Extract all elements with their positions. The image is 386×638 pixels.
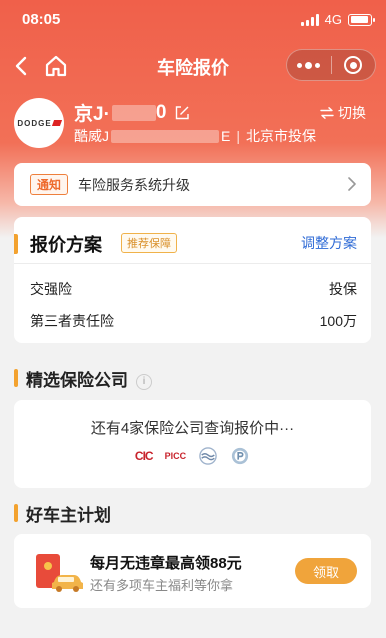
separator: | — [236, 128, 240, 144]
network-type: 4G — [324, 12, 342, 27]
accent-bar — [14, 234, 18, 254]
notice-text: 车险服务系统升级 — [78, 176, 191, 193]
plan-row: 交强险 投保 — [30, 279, 357, 299]
license-plate: 京J· 0 — [74, 99, 190, 126]
car-model-mask — [111, 129, 219, 143]
divider — [14, 263, 371, 264]
plate-prefix: 京J· — [74, 104, 110, 125]
chevron-right-icon — [348, 177, 356, 191]
info-icon[interactable]: i — [136, 373, 152, 390]
owner-plan-title: 好车主计划 — [26, 506, 111, 525]
query-status-text: 还有4家保险公司查询报价中··· — [90, 420, 295, 437]
coverage-value: 100万 — [319, 313, 357, 329]
battery-icon — [348, 13, 375, 26]
adjust-plan-link[interactable]: 调整方案 — [301, 233, 357, 253]
car-model-prefix: 酷威J — [74, 128, 109, 144]
plan-header: 报价方案 推荐保障 调整方案 — [14, 231, 371, 257]
section-title-companies: 精选保险公司 i — [14, 366, 152, 391]
company-logos: CIC PICC — [14, 447, 371, 465]
accent-bar — [14, 504, 18, 522]
car-brand-logo: DODGE — [14, 98, 64, 148]
notice-bar[interactable]: 通知 车险服务系统升级 — [14, 163, 371, 206]
close-mini-program-icon[interactable] — [332, 50, 376, 80]
owner-headline: 每月无违章最高领88元 — [90, 555, 242, 572]
accent-bar — [14, 369, 18, 387]
notice-tag: 通知 — [30, 174, 69, 195]
wave-logo-icon — [199, 447, 217, 465]
status-time: 08:05 — [22, 11, 61, 28]
car-description: 酷威J E | 北京市投保 — [74, 126, 316, 146]
owner-benefit-card: 每月无违章最高领88元 还有多项车主福利等你拿 领取 — [14, 534, 371, 608]
switch-icon — [320, 107, 334, 119]
section-title-owner-plan: 好车主计划 — [14, 501, 111, 526]
insure-city: 北京市投保 — [245, 128, 316, 144]
signal-icon — [300, 13, 319, 26]
cic-logo-icon: CIC — [134, 449, 154, 463]
car-brand-logo-text: DODGE — [17, 118, 52, 128]
p-logo-icon — [231, 447, 249, 465]
status-bar: 08:05 4G — [0, 0, 386, 40]
switch-car-button[interactable]: 切换 — [320, 103, 366, 123]
claim-button[interactable]: 领取 — [295, 558, 357, 584]
insurance-companies-card: 还有4家保险公司查询报价中··· CIC PICC — [14, 400, 371, 488]
plate-mask — [111, 104, 156, 121]
plate-suffix: 0 — [155, 101, 167, 123]
quote-plan-card: 报价方案 推荐保障 调整方案 交强险 投保 第三者责任险 100万 — [14, 217, 371, 343]
switch-label: 切换 — [338, 105, 366, 121]
more-icon[interactable] — [287, 50, 331, 80]
recommend-badge: 推荐保障 — [121, 233, 177, 253]
status-indicators: 4G — [300, 12, 375, 27]
coverage-value: 投保 — [329, 281, 357, 297]
plan-row: 第三者责任险 100万 — [30, 311, 357, 331]
companies-title: 精选保险公司 — [26, 371, 128, 390]
picc-logo-icon: PICC — [164, 451, 187, 461]
coverage-name: 交强险 — [30, 281, 72, 297]
mini-program-capsule — [286, 49, 376, 81]
red-envelope-car-icon — [36, 554, 83, 592]
car-model-suffix: E — [221, 128, 231, 144]
plan-title: 报价方案 — [30, 235, 102, 255]
edit-icon[interactable] — [174, 105, 190, 121]
coverage-name: 第三者责任险 — [30, 313, 114, 329]
nav-bar: 车险报价 — [0, 44, 386, 88]
owner-subtext: 还有多项车主福利等你拿 — [90, 578, 234, 593]
